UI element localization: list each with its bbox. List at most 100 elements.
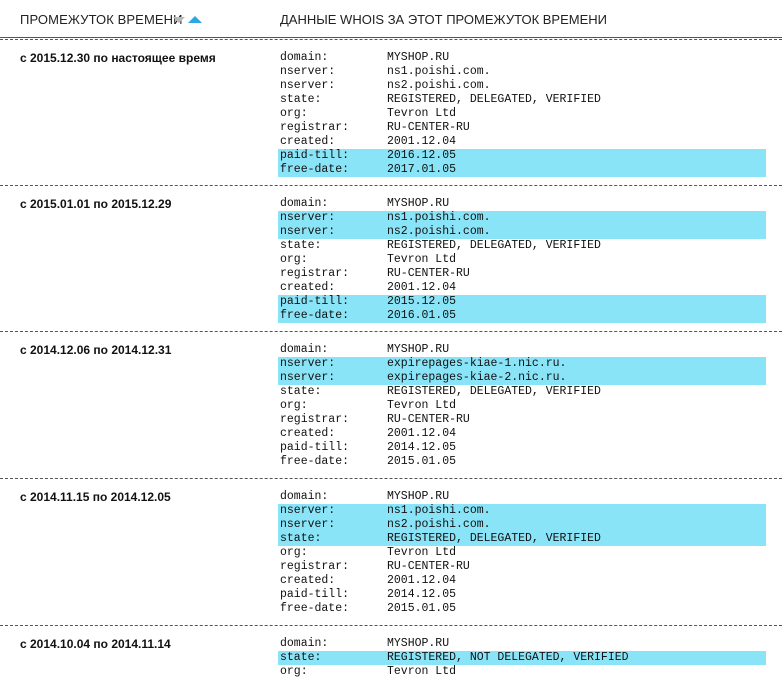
whois-line-changed: free-date: 2017.01.05: [278, 163, 766, 177]
whois-field-name: domain:: [280, 490, 329, 503]
whois-line: paid-till: 2014.12.05: [278, 441, 766, 455]
whois-field-name: registrar:: [280, 267, 350, 280]
whois-field-value: MYSHOP.RU: [387, 343, 450, 356]
whois-field-value: 2001.12.04: [387, 427, 457, 440]
whois-line: registrar: RU-CENTER-RU: [278, 267, 766, 281]
whois-line: free-date: 2015.01.05: [278, 602, 766, 616]
whois-data: domain: MYSHOP.RU nserver: ns1.poishi.com. n…: [278, 51, 766, 177]
whois-line: free-date: 2015.01.05: [278, 455, 766, 469]
whois-field-name: nserver:: [280, 65, 336, 78]
whois-field-name: nserver:: [280, 371, 336, 384]
whois-line-changed: nserver: ns2.poishi.com.: [278, 225, 766, 239]
whois-field-value: 2014.12.05: [387, 441, 457, 454]
whois-field-name: domain:: [280, 637, 329, 650]
record-period: с 2014.11.15 по 2014.12.05: [20, 490, 171, 504]
whois-line-changed: state: REGISTERED, NOT DELEGATED, VERIFIE…: [278, 651, 766, 665]
whois-field-name: free-date:: [280, 309, 350, 322]
whois-line: org: Tevron Ltd: [278, 107, 766, 121]
whois-field-name: paid-till:: [280, 149, 350, 162]
whois-field-value: Tevron Ltd: [387, 253, 457, 266]
sort-desc-icon[interactable]: [173, 17, 185, 23]
whois-line: domain: MYSHOP.RU: [278, 490, 766, 504]
whois-field-name: state:: [280, 239, 322, 252]
record-divider: [0, 331, 782, 332]
whois-field-name: created:: [280, 574, 336, 587]
whois-field-name: registrar:: [280, 560, 350, 573]
whois-field-name: state:: [280, 385, 322, 398]
column-header-period[interactable]: ПРОМЕЖУТОК ВРЕМЕНИ: [20, 12, 183, 27]
whois-field-value: REGISTERED, DELEGATED, VERIFIED: [387, 93, 601, 106]
whois-line-changed: free-date: 2016.01.05: [278, 309, 766, 323]
whois-field-name: domain:: [280, 343, 329, 356]
sort-toggle[interactable]: [173, 15, 203, 25]
whois-line: created: 2001.12.04: [278, 574, 766, 588]
whois-line-changed: paid-till: 2015.12.05: [278, 295, 766, 309]
whois-line: nserver: ns2.poishi.com.: [278, 79, 766, 93]
whois-field-name: registrar:: [280, 413, 350, 426]
whois-field-name: domain:: [280, 51, 329, 64]
whois-field-value: 2017.01.05: [387, 163, 457, 176]
whois-line: state: REGISTERED, DELEGATED, VERIFIED: [278, 239, 766, 253]
whois-field-name: nserver:: [280, 357, 336, 370]
whois-field-value: Tevron Ltd: [387, 399, 457, 412]
whois-field-value: RU-CENTER-RU: [387, 560, 470, 573]
whois-line: created: 2001.12.04: [278, 135, 766, 149]
whois-field-value: 2014.12.05: [387, 588, 457, 601]
whois-field-name: free-date:: [280, 455, 350, 468]
whois-field-value: MYSHOP.RU: [387, 637, 450, 650]
whois-field-value: MYSHOP.RU: [387, 197, 450, 210]
whois-field-value: REGISTERED, DELEGATED, VERIFIED: [387, 385, 601, 398]
whois-field-name: org:: [280, 399, 308, 412]
whois-line-changed: nserver: expirepages-kiae-1.nic.ru.: [278, 357, 766, 371]
whois-line-changed: state: REGISTERED, DELEGATED, VERIFIED: [278, 532, 766, 546]
whois-field-name: state:: [280, 651, 322, 664]
whois-field-value: REGISTERED, DELEGATED, VERIFIED: [387, 532, 601, 545]
whois-line: created: 2001.12.04: [278, 427, 766, 441]
whois-field-value: MYSHOP.RU: [387, 51, 450, 64]
record-period: с 2014.10.04 по 2014.11.14: [20, 637, 171, 651]
whois-field-name: nserver:: [280, 225, 336, 238]
record-divider: [0, 39, 782, 40]
whois-field-name: paid-till:: [280, 295, 350, 308]
whois-field-value: 2015.12.05: [387, 295, 457, 308]
whois-line: domain: MYSHOP.RU: [278, 197, 766, 211]
whois-field-value: ns2.poishi.com.: [387, 518, 491, 531]
whois-line: created: 2001.12.04: [278, 281, 766, 295]
whois-data: domain: MYSHOP.RU state: REGISTERED, NOT DE…: [278, 637, 766, 679]
whois-line: registrar: RU-CENTER-RU: [278, 560, 766, 574]
whois-field-value: 2001.12.04: [387, 574, 457, 587]
whois-field-value: 2016.01.05: [387, 309, 457, 322]
whois-line: registrar: RU-CENTER-RU: [278, 121, 766, 135]
whois-field-name: state:: [280, 93, 322, 106]
whois-field-name: org:: [280, 253, 308, 266]
whois-field-name: created:: [280, 135, 336, 148]
whois-line: domain: MYSHOP.RU: [278, 343, 766, 357]
whois-field-value: RU-CENTER-RU: [387, 267, 470, 280]
whois-field-name: registrar:: [280, 121, 350, 134]
whois-field-name: org:: [280, 546, 308, 559]
whois-line: org: Tevron Ltd: [278, 546, 766, 560]
whois-field-name: paid-till:: [280, 441, 350, 454]
sort-asc-icon[interactable]: [188, 16, 202, 23]
whois-line-changed: nserver: ns1.poishi.com.: [278, 211, 766, 225]
whois-field-value: REGISTERED, NOT DELEGATED, VERIFIED: [387, 651, 629, 664]
whois-field-name: paid-till:: [280, 588, 350, 601]
whois-line: org: Tevron Ltd: [278, 399, 766, 413]
whois-field-name: nserver:: [280, 504, 336, 517]
whois-field-name: state:: [280, 532, 322, 545]
whois-data: domain: MYSHOP.RU nserver: expirepages-kiae…: [278, 343, 766, 469]
whois-field-value: 2015.01.05: [387, 602, 457, 615]
whois-field-name: org:: [280, 665, 308, 678]
whois-line: state: REGISTERED, DELEGATED, VERIFIED: [278, 385, 766, 399]
whois-field-name: created:: [280, 427, 336, 440]
whois-field-value: ns2.poishi.com.: [387, 79, 491, 92]
whois-data: domain: MYSHOP.RU nserver: ns1.poishi.com. n…: [278, 197, 766, 323]
whois-field-value: RU-CENTER-RU: [387, 121, 470, 134]
whois-field-value: 2001.12.04: [387, 135, 457, 148]
whois-line: domain: MYSHOP.RU: [278, 51, 766, 65]
whois-field-name: domain:: [280, 197, 329, 210]
whois-field-value: 2015.01.05: [387, 455, 457, 468]
record-period: с 2015.12.30 по настоящее время: [20, 51, 216, 65]
whois-field-name: nserver:: [280, 518, 336, 531]
table-header: ПРОМЕЖУТОК ВРЕМЕНИ ДАННЫЕ WHOIS ЗА ЭТОТ …: [0, 0, 782, 37]
